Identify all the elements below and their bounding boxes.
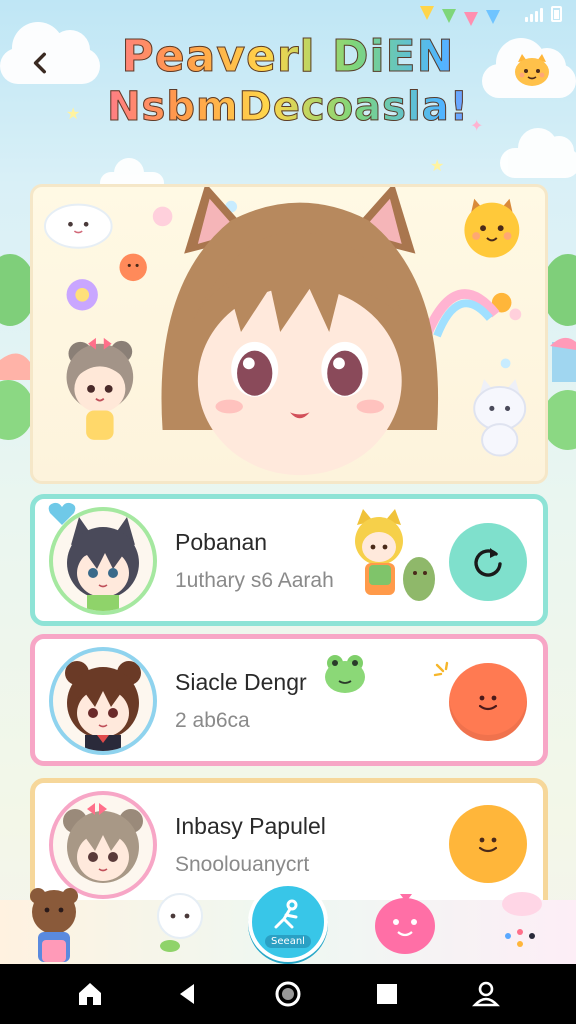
nav-home-button[interactable] bbox=[72, 976, 108, 1012]
card-name: Pobanan bbox=[175, 529, 268, 555]
hero-illustration bbox=[30, 184, 548, 484]
search-button[interactable]: Seeanl bbox=[248, 882, 328, 962]
card-subtitle: Snoolouanycrt bbox=[175, 853, 310, 876]
nav-recents-button[interactable] bbox=[369, 976, 405, 1012]
card-subtitle: 2 ab6ca bbox=[175, 709, 250, 732]
status-icons bbox=[525, 6, 562, 22]
back-button[interactable] bbox=[18, 40, 64, 86]
star-decoration: ★ bbox=[430, 156, 445, 175]
triangle-back-icon bbox=[179, 984, 194, 1004]
circle-home-icon bbox=[275, 981, 301, 1007]
nav-profile-button[interactable] bbox=[468, 976, 504, 1012]
frog-sticker bbox=[325, 655, 365, 693]
cat-mascot-icon bbox=[515, 54, 549, 86]
person-icon bbox=[472, 981, 501, 1007]
cloud-paint-icon[interactable] bbox=[496, 886, 546, 956]
card-name: Siacle Dengr bbox=[175, 669, 307, 695]
title-line-2: NsbmDecoasla! bbox=[70, 86, 506, 129]
tree-decoration bbox=[544, 254, 576, 450]
cloud-decoration bbox=[500, 128, 576, 178]
card-name: Inbasy Papulel bbox=[175, 813, 326, 839]
search-figure-icon bbox=[274, 899, 298, 928]
yellow-smile-button[interactable] bbox=[449, 805, 527, 883]
card-subtitle: 1uthary s6 Aarah bbox=[175, 569, 334, 592]
hero-character-art bbox=[44, 187, 527, 476]
ghost-character-icon[interactable] bbox=[150, 888, 210, 958]
pink-creature-icon[interactable] bbox=[370, 890, 440, 958]
profile-card[interactable]: Siacle Dengr 2 ab6ca bbox=[30, 634, 548, 766]
battery-icon bbox=[551, 6, 562, 22]
smile-face-icon bbox=[478, 837, 498, 853]
orange-smile-button[interactable] bbox=[449, 663, 527, 741]
signal-icon bbox=[525, 8, 543, 22]
tree-decoration bbox=[0, 254, 32, 440]
square-recents-icon bbox=[377, 984, 398, 1004]
search-label: Seeanl bbox=[265, 934, 311, 948]
home-icon bbox=[78, 983, 101, 1005]
nav-center-button[interactable] bbox=[270, 976, 306, 1012]
status-bar bbox=[0, 0, 576, 28]
refresh-button[interactable] bbox=[449, 523, 527, 601]
chevron-left-icon bbox=[33, 52, 46, 74]
avatar bbox=[49, 647, 157, 755]
refresh-icon bbox=[474, 548, 502, 577]
title-line-1: Peaverl DiEN bbox=[70, 33, 506, 80]
nav-back-button[interactable] bbox=[171, 976, 207, 1012]
bear-character-icon[interactable] bbox=[20, 882, 90, 964]
system-nav-bar bbox=[0, 964, 576, 1024]
character-sticker bbox=[355, 509, 435, 601]
smile-face-icon bbox=[478, 695, 498, 711]
profile-card[interactable]: Pobanan 1uthary s6 Aarah bbox=[30, 494, 548, 626]
page-title: Peaverl DiEN NsbmDecoasla! bbox=[70, 33, 506, 129]
heart-icon bbox=[48, 502, 76, 525]
